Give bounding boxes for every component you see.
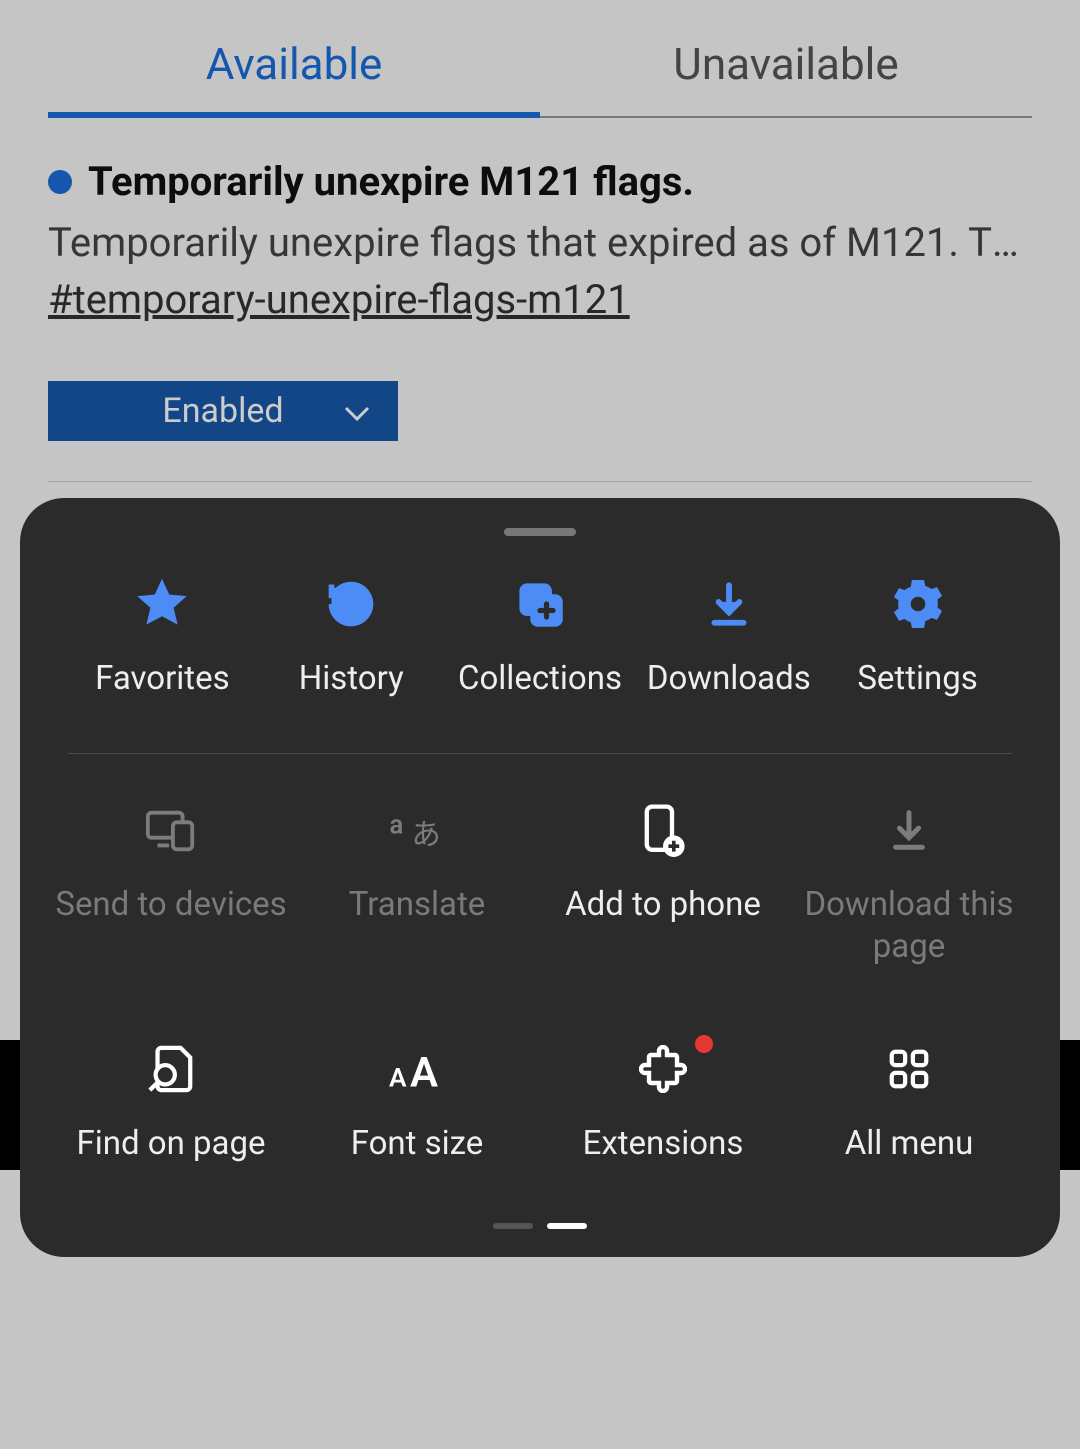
menu-settings[interactable]: Settings: [823, 576, 1012, 699]
menu-label: Find on page: [76, 1123, 265, 1164]
menu-add-to-phone[interactable]: Add to phone: [540, 802, 786, 967]
puzzle-icon: [635, 1041, 691, 1097]
menu-label: Favorites: [95, 658, 230, 699]
svg-text:a: a: [390, 811, 404, 841]
menu-history[interactable]: History: [257, 576, 446, 699]
font-size-icon: AA: [389, 1041, 445, 1097]
history-icon: [323, 576, 379, 632]
menu-favorites[interactable]: Favorites: [68, 576, 257, 699]
menu-label: Settings: [857, 658, 978, 699]
menu-label: Extensions: [583, 1123, 744, 1164]
menu-label: All menu: [845, 1123, 974, 1164]
collections-icon: [512, 576, 568, 632]
overflow-menu-sheet: Favorites History Collections Downloads …: [20, 498, 1060, 1257]
menu-row-3: Find on page AA Font size Extensions All…: [48, 1003, 1032, 1200]
menu-label: Send to devices: [55, 884, 286, 925]
gear-icon: [890, 576, 946, 632]
menu-label: Add to phone: [565, 884, 761, 925]
page-indicator: [20, 1223, 1060, 1229]
menu-label: Download this page: [786, 884, 1032, 967]
menu-font-size[interactable]: AA Font size: [294, 1041, 540, 1164]
svg-text:A: A: [410, 1048, 438, 1091]
drag-handle[interactable]: [504, 528, 576, 536]
find-icon: [143, 1041, 199, 1097]
translate-icon: aあ: [389, 802, 445, 858]
menu-row-top: Favorites History Collections Downloads …: [68, 566, 1012, 754]
download-icon: [701, 576, 757, 632]
menu-translate: aあ Translate: [294, 802, 540, 967]
menu-download-page: Download this page: [786, 802, 1032, 967]
devices-icon: [143, 802, 199, 858]
menu-label: Downloads: [647, 658, 811, 699]
menu-downloads[interactable]: Downloads: [634, 576, 823, 699]
menu-all-menu[interactable]: All menu: [786, 1041, 1032, 1164]
menu-label: Translate: [349, 884, 486, 925]
svg-text:あ: あ: [412, 819, 441, 852]
menu-label: Font size: [351, 1123, 484, 1164]
page-dot-active[interactable]: [547, 1223, 587, 1229]
menu-row-2: Send to devices aあ Translate Add to phon…: [48, 754, 1032, 1003]
grid-icon: [881, 1041, 937, 1097]
page-dot[interactable]: [493, 1223, 533, 1229]
menu-extensions[interactable]: Extensions: [540, 1041, 786, 1164]
menu-collections[interactable]: Collections: [446, 576, 635, 699]
menu-label: History: [299, 658, 404, 699]
download-page-icon: [881, 802, 937, 858]
svg-text:A: A: [389, 1063, 407, 1091]
menu-send-to-devices: Send to devices: [48, 802, 294, 967]
menu-find-on-page[interactable]: Find on page: [48, 1041, 294, 1164]
star-icon: [134, 576, 190, 632]
notification-badge-icon: [695, 1035, 713, 1053]
add-phone-icon: [635, 802, 691, 858]
menu-label: Collections: [458, 658, 622, 699]
